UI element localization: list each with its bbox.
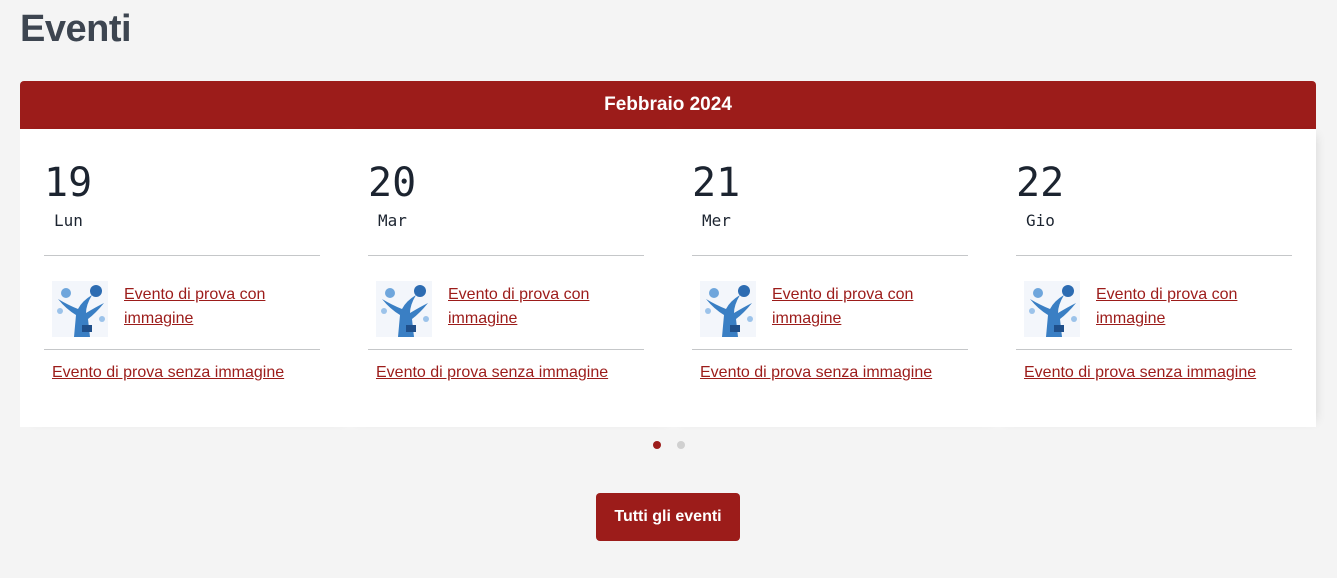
event-item: Evento di prova senza immagine bbox=[368, 350, 644, 385]
day-name: Gio bbox=[1026, 211, 1055, 230]
event-link-without-image[interactable]: Evento di prova senza immagine bbox=[700, 364, 932, 381]
day-card: 21 Mer Evento di prova con immagine Even… bbox=[668, 129, 992, 427]
day-number: 20 bbox=[368, 160, 417, 206]
tree-illustration-icon[interactable] bbox=[1024, 281, 1080, 337]
day-card: 22 Gio Evento di prova con immagine Even… bbox=[992, 129, 1316, 427]
event-item: Evento di prova con immagine bbox=[44, 256, 320, 349]
days-row: 19 Lun Evento di prova con immagine Even… bbox=[20, 129, 1316, 427]
tree-illustration-icon[interactable] bbox=[376, 281, 432, 337]
event-item: Evento di prova con immagine bbox=[692, 256, 968, 349]
event-link-with-image[interactable]: Evento di prova con immagine bbox=[124, 283, 304, 331]
event-link-without-image[interactable]: Evento di prova senza immagine bbox=[52, 364, 284, 381]
carousel-dot-1[interactable] bbox=[652, 441, 661, 449]
day-number: 22 bbox=[1016, 160, 1065, 206]
month-header: Febbraio 2024 bbox=[20, 81, 1316, 129]
carousel-pagination bbox=[0, 441, 1337, 449]
day-card: 19 Lun Evento di prova con immagine Even… bbox=[20, 129, 344, 427]
carousel-dot-2[interactable] bbox=[676, 441, 685, 449]
event-link-with-image[interactable]: Evento di prova con immagine bbox=[1096, 283, 1276, 331]
day-name: Mar bbox=[378, 211, 407, 230]
page-title: Eventi bbox=[20, 8, 132, 50]
tree-illustration-icon[interactable] bbox=[52, 281, 108, 337]
event-link-with-image[interactable]: Evento di prova con immagine bbox=[448, 283, 628, 331]
day-name: Mer bbox=[702, 211, 731, 230]
event-link-without-image[interactable]: Evento di prova senza immagine bbox=[376, 364, 608, 381]
day-number: 21 bbox=[692, 160, 741, 206]
day-number: 19 bbox=[44, 160, 93, 206]
events-calendar: Febbraio 2024 19 Lun Evento di prova con… bbox=[20, 81, 1316, 427]
event-link-with-image[interactable]: Evento di prova con immagine bbox=[772, 283, 952, 331]
event-item: Evento di prova senza immagine bbox=[1016, 350, 1292, 385]
event-item: Evento di prova senza immagine bbox=[44, 350, 320, 385]
day-name: Lun bbox=[54, 211, 83, 230]
all-events-button[interactable]: Tutti gli eventi bbox=[596, 493, 740, 541]
month-label: Febbraio 2024 bbox=[604, 94, 732, 115]
event-item: Evento di prova con immagine bbox=[368, 256, 644, 349]
tree-illustration-icon[interactable] bbox=[700, 281, 756, 337]
event-item: Evento di prova con immagine bbox=[1016, 256, 1292, 349]
event-item: Evento di prova senza immagine bbox=[692, 350, 968, 385]
event-link-without-image[interactable]: Evento di prova senza immagine bbox=[1024, 364, 1256, 381]
day-card: 20 Mar Evento di prova con immagine Even… bbox=[344, 129, 668, 427]
